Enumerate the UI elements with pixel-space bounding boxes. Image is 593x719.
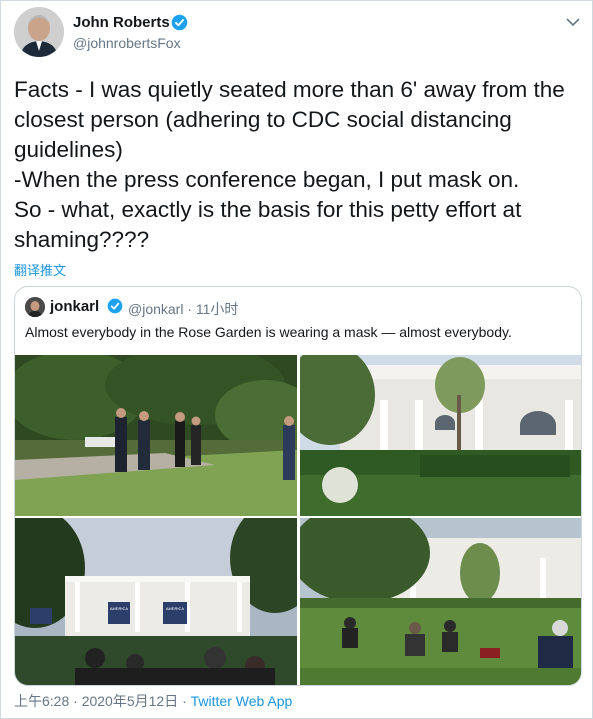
banner-text: AMERICA [166, 606, 185, 611]
chevron-down-icon[interactable] [566, 17, 580, 27]
tweet-header: John Roberts @johnrobertsFox [14, 7, 584, 59]
tweet-timestamp[interactable]: 上午6:28 · 2020年5月12日 · [14, 693, 191, 709]
photo-colonnade[interactable] [300, 355, 581, 516]
avatar[interactable] [14, 7, 64, 57]
quoted-author-handle[interactable]: @jonkarl · 11小时 [128, 299, 238, 319]
photo-rose-garden-lawn[interactable] [15, 355, 297, 516]
translate-tweet-link[interactable]: 翻译推文 [14, 260, 66, 279]
quoted-text: Almost everybody in the Rose Garden is w… [25, 324, 512, 340]
photo-press-seating[interactable]: AMERICA AMERICA [15, 518, 297, 685]
author-handle[interactable]: @johnrobertsFox [73, 35, 181, 51]
verified-badge-icon [107, 298, 123, 314]
tweet-footer: 上午6:28 · 2020年5月12日 · Twitter Web App [14, 691, 292, 711]
quoted-avatar[interactable] [25, 297, 45, 317]
tweet-card: John Roberts @johnrobertsFox Facts - I w… [0, 0, 593, 719]
banner-text: AMERICA [110, 606, 129, 611]
photo-grid: AMERICA AMERICA [15, 355, 581, 685]
quoted-tweet[interactable]: jonkarl @jonkarl · 11小时 Almost everybody… [14, 286, 582, 686]
verified-badge-icon [171, 14, 188, 31]
tweet-text: Facts - I was quietly seated more than 6… [14, 77, 565, 252]
author-name[interactable]: John Roberts [73, 14, 170, 31]
quoted-author-name[interactable]: jonkarl [50, 298, 99, 315]
source-app-link[interactable]: Twitter Web App [191, 693, 293, 709]
photo-seated-reporters[interactable] [300, 518, 581, 685]
